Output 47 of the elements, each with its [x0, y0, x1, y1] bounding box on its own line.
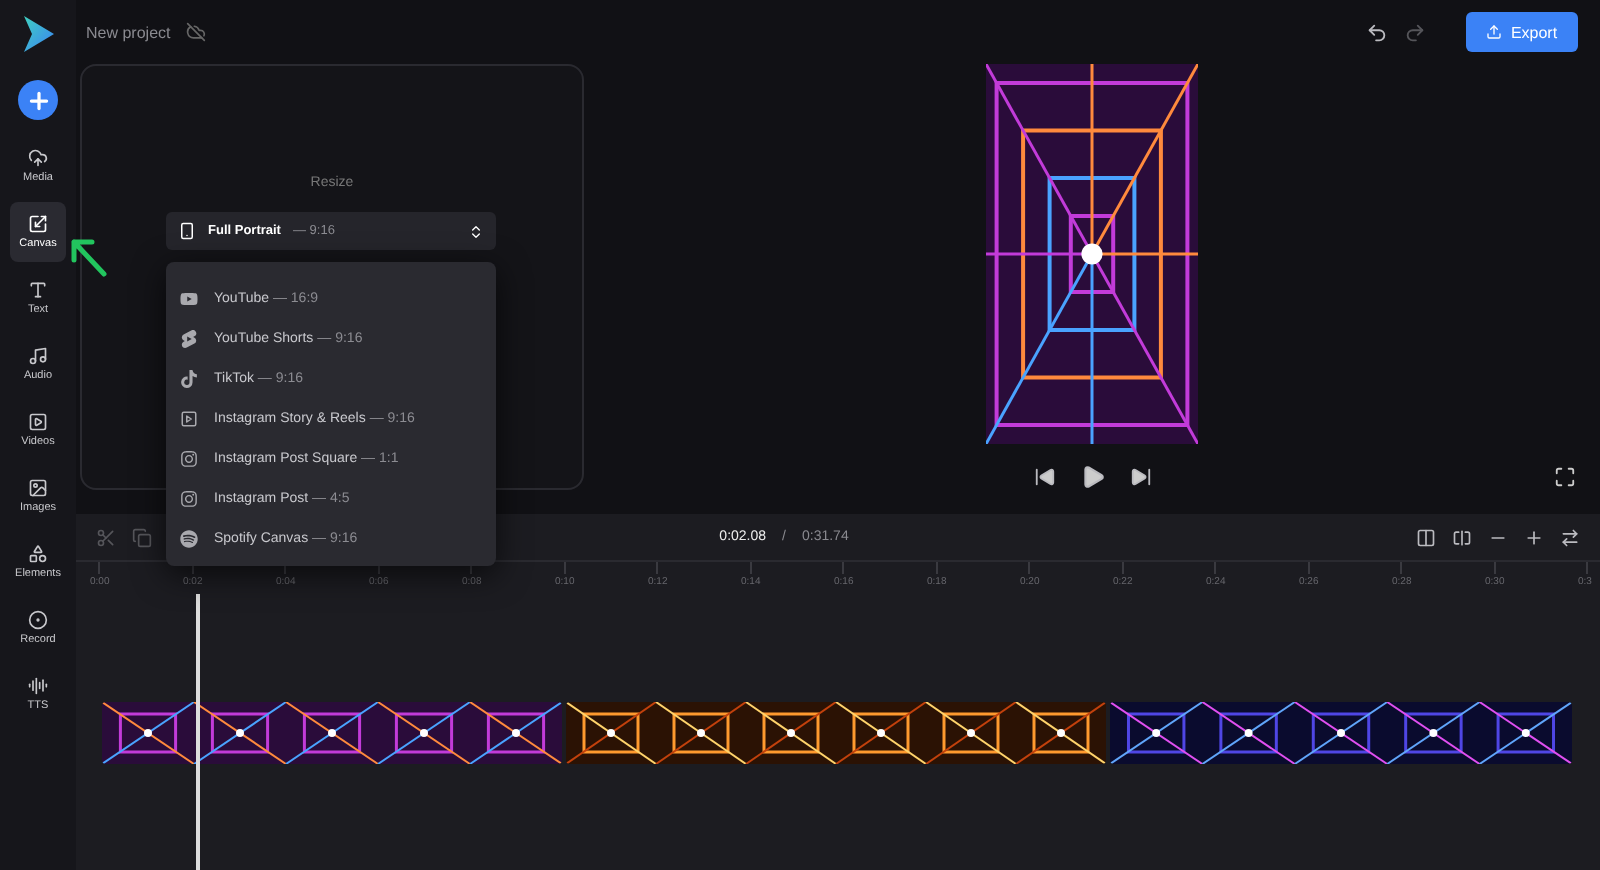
upload-icon	[1486, 24, 1503, 40]
skip-back-icon	[1033, 466, 1055, 488]
fullscreen-button[interactable]	[1554, 466, 1576, 488]
elements-icon	[28, 544, 48, 564]
fit-button[interactable]	[1416, 527, 1437, 547]
shorts-icon	[180, 329, 198, 347]
music-note-icon	[180, 369, 198, 387]
plus-icon	[25, 87, 51, 113]
columns-icon	[1416, 527, 1437, 547]
phone-icon	[178, 222, 196, 240]
tts-icon	[28, 676, 48, 696]
camera-icon	[180, 489, 198, 507]
collapse-button[interactable]	[1560, 527, 1581, 547]
videos-icon	[28, 412, 48, 432]
record-icon	[28, 610, 48, 630]
logo-icon[interactable]	[18, 12, 58, 56]
plus-icon	[1524, 527, 1545, 547]
export-button[interactable]: Export	[1466, 12, 1578, 52]
text-icon	[28, 280, 48, 300]
zoom-in-button[interactable]	[1524, 527, 1545, 547]
skip-forward-icon	[1129, 466, 1151, 488]
images-icon	[28, 478, 48, 498]
arrow-icon	[68, 234, 112, 282]
play-icon	[1079, 464, 1105, 490]
copy-icon	[132, 527, 152, 547]
cloud-off-icon	[186, 22, 207, 42]
split-icon	[1452, 527, 1473, 547]
arrows-icon	[1560, 527, 1581, 547]
play-icon	[180, 289, 198, 307]
add-button[interactable]	[18, 80, 58, 120]
skip-forward-button[interactable]	[1129, 466, 1151, 488]
camera-icon	[180, 449, 198, 467]
skip-back-button[interactable]	[1033, 466, 1055, 488]
split-button[interactable]	[1452, 527, 1473, 547]
audio-icon	[28, 346, 48, 366]
project-name[interactable]: New project	[86, 23, 171, 41]
scissors-icon	[96, 527, 116, 547]
sound-waves-icon	[180, 529, 198, 547]
chevrons-icon	[468, 223, 484, 239]
reel-icon	[180, 409, 198, 427]
undo-icon	[1366, 21, 1388, 43]
play-button[interactable]	[1079, 464, 1105, 490]
redo-icon	[1404, 21, 1426, 43]
canvas-icon	[28, 214, 48, 234]
media-icon	[28, 148, 48, 168]
fullscreen-icon	[1554, 466, 1576, 488]
undo-button[interactable]	[1366, 21, 1388, 43]
